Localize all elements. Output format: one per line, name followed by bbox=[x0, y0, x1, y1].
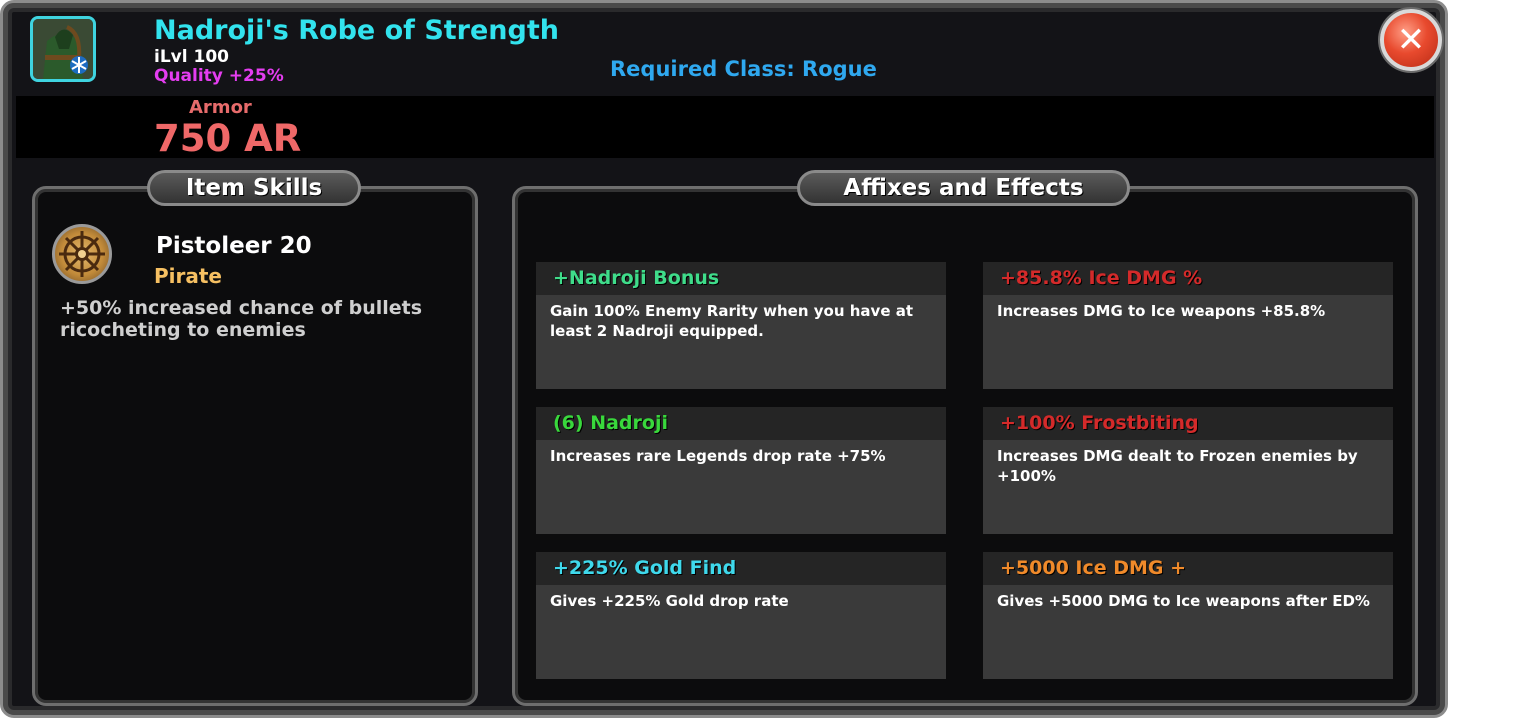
robe-icon bbox=[30, 16, 96, 82]
affix-card: +85.8% Ice DMG % Increases DMG to Ice we… bbox=[983, 262, 1393, 389]
affix-card: +100% Frostbiting Increases DMG dealt to… bbox=[983, 407, 1393, 534]
affix-description: Increases rare Legends drop rate +75% bbox=[550, 447, 886, 465]
affix-title: (6) Nadroji bbox=[536, 407, 946, 440]
affix-title: +85.8% Ice DMG % bbox=[983, 262, 1393, 295]
affix-card: +225% Gold Find Gives +225% Gold drop ra… bbox=[536, 552, 946, 679]
affix-title: +Nadroji Bonus bbox=[536, 262, 946, 295]
item-level: iLvl 100 bbox=[154, 47, 229, 67]
tab-item-skills[interactable]: Item Skills bbox=[147, 170, 361, 206]
skill-description: +50% increased chance of bullets ricoche… bbox=[60, 297, 423, 341]
close-icon: ✕ bbox=[1396, 20, 1426, 60]
affix-description: Gives +225% Gold drop rate bbox=[550, 592, 789, 610]
skill-name: Pistoleer 20 bbox=[156, 233, 312, 259]
ship-wheel-icon bbox=[52, 224, 112, 284]
item-name: Nadroji's Robe of Strength bbox=[154, 15, 559, 46]
affix-description: Gives +5000 DMG to Ice weapons after ED% bbox=[997, 592, 1370, 610]
tab-affixes-effects[interactable]: Affixes and Effects bbox=[797, 170, 1130, 206]
skill-category: Pirate bbox=[154, 264, 222, 288]
required-class: Required Class: Rogue bbox=[610, 57, 877, 81]
affix-card: +Nadroji Bonus Gain 100% Enemy Rarity wh… bbox=[536, 262, 946, 389]
affix-title: +225% Gold Find bbox=[536, 552, 946, 585]
affix-description: Increases DMG to Ice weapons +85.8% bbox=[997, 302, 1326, 320]
affix-description: Gain 100% Enemy Rarity when you have at … bbox=[550, 302, 914, 340]
affix-description: Increases DMG dealt to Frozen enemies by… bbox=[997, 447, 1358, 485]
close-button[interactable]: ✕ bbox=[1380, 9, 1442, 71]
item-quality: Quality +25% bbox=[154, 66, 284, 86]
affix-card: (6) Nadroji Increases rare Legends drop … bbox=[536, 407, 946, 534]
armor-label: Armor bbox=[189, 97, 252, 118]
affix-title: +5000 Ice DMG + bbox=[983, 552, 1393, 585]
affix-card: +5000 Ice DMG + Gives +5000 DMG to Ice w… bbox=[983, 552, 1393, 679]
affix-title: +100% Frostbiting bbox=[983, 407, 1393, 440]
armor-value: 750 AR bbox=[154, 117, 302, 160]
